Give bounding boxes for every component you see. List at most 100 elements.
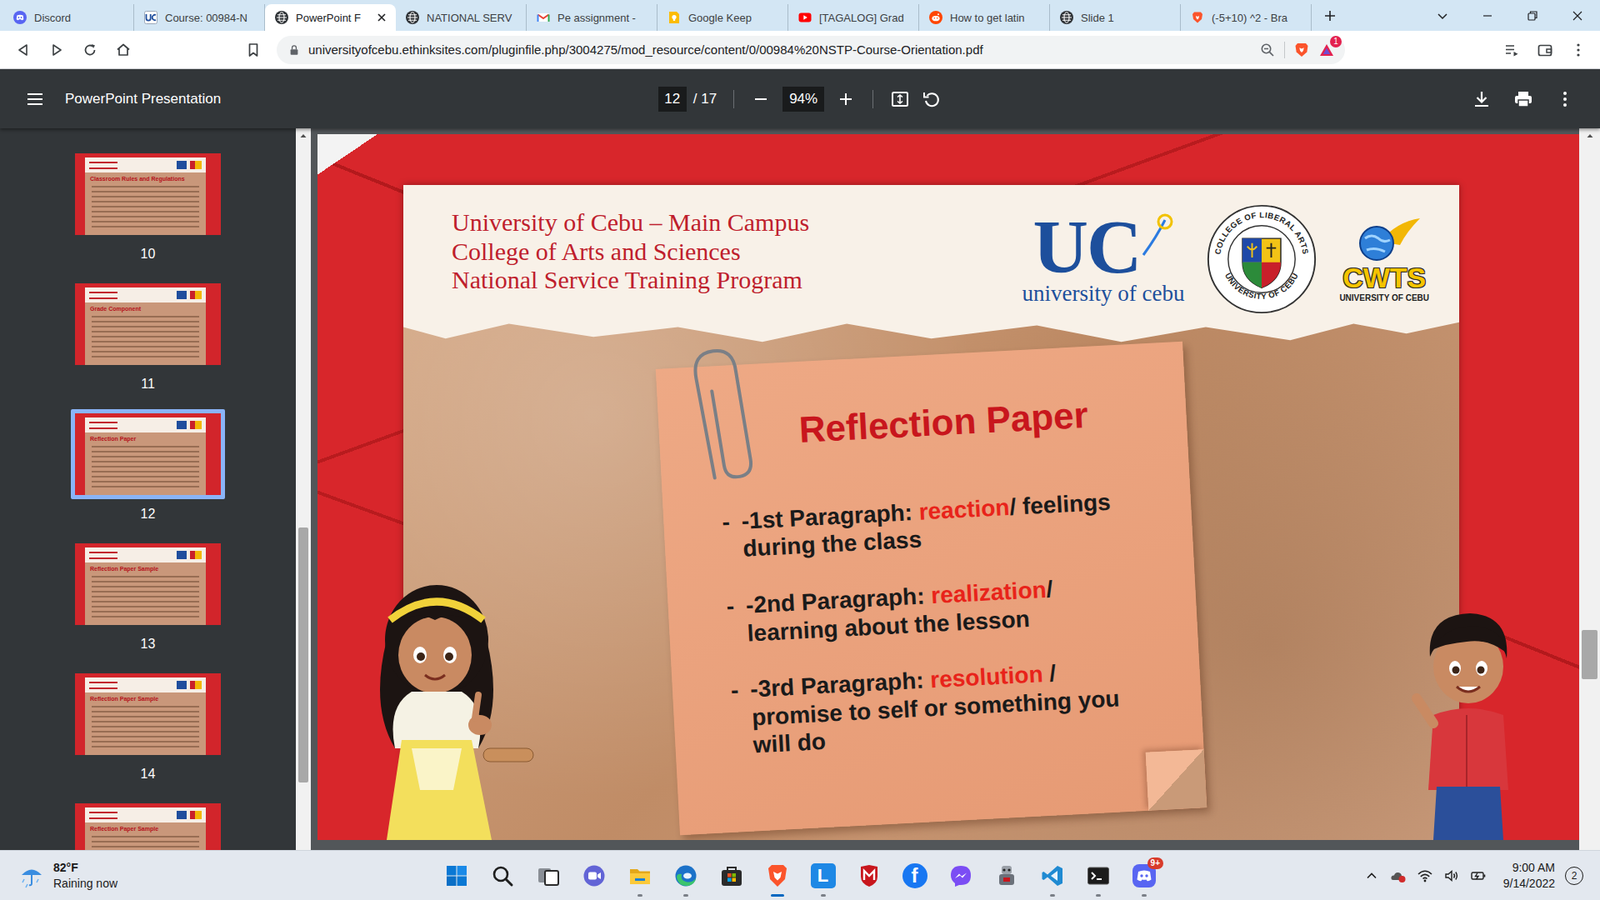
zoom-icon[interactable] <box>1259 41 1276 59</box>
browser-tab[interactable]: How to get latin <box>919 4 1050 31</box>
wallet-button[interactable] <box>1528 35 1562 65</box>
running-indicator <box>637 894 643 897</box>
thumbnail-header-lines <box>89 291 118 300</box>
taskbar-app[interactable] <box>845 852 892 900</box>
hamburger-icon[interactable] <box>25 89 45 110</box>
folder-icon <box>627 863 653 889</box>
home-button[interactable] <box>106 35 140 65</box>
browser-tab[interactable]: NATIONAL SERV <box>395 4 527 31</box>
plus-icon[interactable] <box>1323 9 1337 23</box>
url-field[interactable]: universityofcebu.ethinksites.com/pluginf… <box>276 35 1345 65</box>
separator <box>872 90 874 109</box>
taskbar-app[interactable] <box>525 852 571 900</box>
menu-button[interactable] <box>1561 35 1595 65</box>
close-button[interactable] <box>1555 0 1600 31</box>
browser-tab[interactable]: Pe assignment - <box>526 4 658 31</box>
page-area: University of Cebu – Main CampusCollege … <box>310 128 1580 850</box>
thumbnail-frame: Reflection Paper <box>70 409 225 500</box>
chevron-up-icon[interactable] <box>1363 867 1380 885</box>
minimize-icon <box>1480 9 1495 23</box>
reload-button[interactable] <box>73 35 107 65</box>
thumbnail-header <box>85 807 206 823</box>
taskbar-app[interactable] <box>433 852 480 900</box>
volume-icon[interactable] <box>1443 867 1460 885</box>
thumbnail-item[interactable]: Grade Component11 <box>70 279 225 393</box>
taskbar-app[interactable] <box>937 852 984 900</box>
thumbnail-item[interactable]: Reflection Paper Sample13 <box>70 539 225 653</box>
minimize-button[interactable] <box>1465 0 1510 31</box>
forward-button[interactable] <box>40 35 74 65</box>
browser-tab[interactable]: Google Keep <box>657 4 789 31</box>
tab-search-button[interactable] <box>1420 0 1465 31</box>
rewards-button[interactable]: 1 <box>1318 41 1335 59</box>
scroll-thumb[interactable] <box>298 527 309 782</box>
browser-tab[interactable]: Course: 00984-N <box>134 4 265 31</box>
taskbar-app[interactable] <box>983 852 1030 900</box>
taskbar-app[interactable]: f <box>891 852 938 900</box>
note-keyword: realization <box>930 576 1047 609</box>
browser-tab[interactable]: PowerPoint F <box>265 4 396 31</box>
task-view-icon <box>535 863 561 889</box>
thumbnail-item[interactable]: Classroom Rules and Regulations10 <box>70 149 225 263</box>
windows-icon <box>444 863 470 889</box>
bookmark-button[interactable] <box>236 35 270 65</box>
notification-count[interactable]: 2 <box>1565 866 1584 885</box>
taskbar-app[interactable] <box>1029 852 1075 900</box>
running-indicator <box>1095 894 1101 897</box>
thumbnail-item[interactable]: Reflection Paper12 <box>70 409 225 523</box>
page-scrollbar[interactable] <box>1579 128 1600 850</box>
battery-icon[interactable] <box>1470 867 1487 885</box>
fit-page-icon[interactable] <box>890 89 910 110</box>
scroll-thumb[interactable] <box>1581 630 1598 680</box>
thumbnail-item[interactable]: Reflection Paper Sample14 <box>70 669 225 783</box>
taskbar-app[interactable] <box>708 852 755 900</box>
brave-shield-icon[interactable] <box>1293 41 1310 59</box>
page-input[interactable]: 12 <box>658 86 687 112</box>
cloud-alert-icon[interactable] <box>1390 867 1407 885</box>
taskbar-app[interactable] <box>616 852 663 900</box>
restore-button[interactable] <box>1510 0 1555 31</box>
print-icon[interactable] <box>1513 89 1534 110</box>
playlist-button[interactable] <box>1495 35 1529 65</box>
system-tray: 9:00 AM9/14/2022 2 <box>1166 860 1600 892</box>
taskbar-app[interactable] <box>570 852 617 900</box>
thumbnail-page: Classroom Rules and Regulations <box>85 157 206 235</box>
rotate-icon[interactable] <box>921 89 942 110</box>
download-icon[interactable] <box>1471 89 1492 110</box>
taskbar-app[interactable] <box>479 852 525 900</box>
weather-widget[interactable]: 82°FRaining now <box>0 860 434 890</box>
note-list: --1st Paragraph: reaction/ feelings duri… <box>721 486 1151 761</box>
browser-tab[interactable]: (-5+10) ^2 - Bra <box>1180 4 1312 31</box>
app-glyph-icon: f <box>902 863 928 889</box>
wifi-icon[interactable] <box>1416 867 1434 885</box>
taskbar-app[interactable] <box>754 852 800 900</box>
home-icon <box>115 41 132 59</box>
more-icon[interactable] <box>1555 89 1575 110</box>
sidebar-scrollbar[interactable] <box>295 128 311 850</box>
app-glyph-icon: L <box>810 863 836 889</box>
scroll-track <box>295 143 311 850</box>
back-button[interactable] <box>6 35 40 65</box>
scroll-up-icon[interactable] <box>299 131 308 140</box>
thumbnail-logo <box>176 810 202 820</box>
scroll-up-icon[interactable] <box>1585 131 1595 140</box>
uc-logo-caption: university of cebu <box>1021 281 1185 307</box>
zoom-input[interactable]: 94% <box>782 86 825 112</box>
taskbar-app[interactable]: 9+ <box>1120 852 1167 900</box>
browser-tab[interactable]: [TAGALOG] Grad <box>788 4 920 31</box>
close-icon[interactable] <box>376 12 387 23</box>
store-icon <box>719 863 745 889</box>
thumbnail-title: Reflection Paper Sample <box>85 822 206 835</box>
browser-tab[interactable]: Discord <box>3 4 135 31</box>
zoom-out-icon[interactable] <box>750 89 771 110</box>
reload-icon <box>81 41 99 59</box>
clock[interactable]: 9:00 AM9/14/2022 <box>1503 860 1555 892</box>
note-bullet: - <box>725 591 735 620</box>
thumbnail-logo <box>176 420 202 430</box>
thumbnail-item[interactable]: Reflection Paper Sample <box>70 799 225 850</box>
browser-tab[interactable]: Slide 1 <box>1050 4 1181 31</box>
taskbar-app[interactable] <box>1075 852 1121 900</box>
zoom-in-icon[interactable] <box>835 89 856 110</box>
taskbar-app[interactable]: L <box>800 852 846 900</box>
taskbar-app[interactable] <box>662 852 709 900</box>
